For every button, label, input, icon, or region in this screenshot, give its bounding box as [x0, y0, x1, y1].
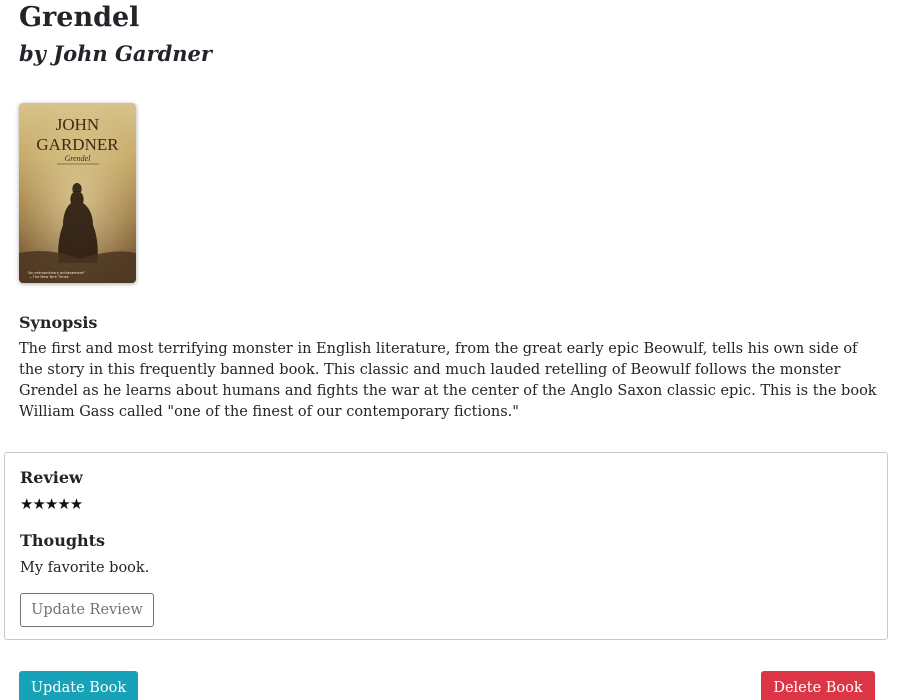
book-title: Grendel [19, 2, 140, 33]
cover-title: Grendel [65, 154, 92, 163]
cover-author-last: GARDNER [36, 135, 119, 154]
book-detail-page: Grendel by John Gardner JOHN GARDNER Gre… [0, 0, 900, 700]
update-review-button[interactable]: Update Review [20, 593, 154, 627]
cover-author-first: JOHN [56, 115, 99, 134]
thoughts-heading: Thoughts [20, 531, 106, 550]
synopsis-text: The first and most terrifying monster in… [19, 341, 877, 420]
book-cover-image: JOHN GARDNER Grendel "An extraordinary a… [19, 103, 136, 283]
thoughts-text: My favorite book. [20, 560, 150, 576]
review-heading: Review [20, 468, 83, 487]
star-rating: ★★★★★ [20, 495, 83, 513]
synopsis-heading: Synopsis [19, 313, 98, 332]
book-author: by John Gardner [19, 41, 212, 66]
delete-book-button[interactable]: Delete Book [761, 671, 875, 700]
review-card: Review ★★★★★ Thoughts My favorite book. … [4, 452, 888, 640]
cover-quote-line2: —The New York Times [29, 275, 69, 279]
update-book-button[interactable]: Update Book [19, 671, 138, 700]
